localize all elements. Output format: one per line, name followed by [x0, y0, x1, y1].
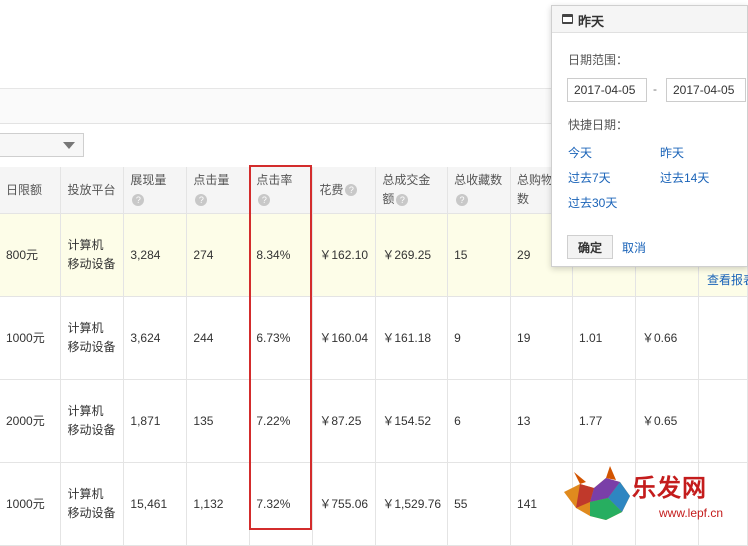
quick-date-label: 快捷日期： [568, 118, 629, 132]
cell-impressions: 15,461 [123, 462, 188, 546]
cell-cost: ￥160.04 [312, 296, 377, 380]
cell-gmv: ￥154.52 [375, 379, 449, 463]
cell-platform[interactable]: 计算机 移动设备 [60, 379, 125, 463]
cell-impressions: 1,871 [123, 379, 188, 463]
cell-c3 [698, 296, 748, 380]
cell-clicks: 274 [186, 213, 251, 297]
platform-pc[interactable]: 计算机 [67, 236, 117, 255]
cell-impressions: 3,284 [123, 213, 188, 297]
watermark-brand: 乐发网 [632, 473, 707, 502]
confirm-button[interactable]: 确定 [567, 235, 613, 259]
column-header-label: 日限额 [6, 182, 43, 197]
quick-date-30-days[interactable]: 过去30天 [568, 194, 617, 211]
cell-budget[interactable]: 2000元 [0, 379, 62, 463]
help-icon[interactable]: ? [132, 193, 145, 206]
cell-cost: ￥755.06 [312, 462, 377, 546]
table-row: 1000元 计算机 移动设备 3,624 244 6.73% ￥160.04 ￥161.18 9… [0, 296, 748, 380]
date-separator: - [653, 82, 657, 96]
quick-date-7-days[interactable]: 过去7天 [568, 169, 611, 186]
column-header-label: 点击量 [193, 173, 230, 187]
cell-budget[interactable]: 1000元 [0, 462, 62, 546]
cell-impressions: 3,624 [123, 296, 188, 380]
help-icon[interactable]: ? [396, 193, 409, 206]
end-date-input[interactable] [666, 78, 746, 102]
help-icon[interactable]: ? [456, 193, 469, 206]
cell-favorites: 6 [447, 379, 512, 463]
cell-cost: ￥87.25 [312, 379, 377, 463]
cell-clicks: 135 [186, 379, 251, 463]
cell-platform[interactable]: 计算机 移动设备 [60, 213, 125, 297]
help-icon[interactable]: ? [345, 184, 358, 197]
cell-ctr: 6.73% [249, 296, 314, 380]
platform-mobile[interactable]: 移动设备 [67, 504, 117, 523]
table-row: 2000元 计算机 移动设备 1,871 135 7.22% ￥87.25 ￥154.52 6 1… [0, 379, 748, 463]
cell-budget[interactable]: 800元 [0, 213, 62, 297]
start-date-input[interactable] [567, 78, 647, 102]
cell-gmv: ￥161.18 [375, 296, 449, 380]
cell-platform[interactable]: 计算机 移动设备 [60, 296, 125, 380]
cell-clicks: 1,132 [186, 462, 251, 546]
cell-ctr: 8.34% [249, 213, 314, 297]
quick-date-today[interactable]: 今天 [568, 144, 592, 161]
cell-carts: 13 [510, 379, 573, 463]
cell-carts: 19 [510, 296, 573, 380]
cancel-link[interactable]: 取消 [622, 239, 646, 256]
cell-budget[interactable]: 1000元 [0, 296, 62, 380]
quick-date-14-days[interactable]: 过去14天 [660, 169, 709, 186]
cell-clicks: 244 [186, 296, 251, 380]
column-header-label: 花费 [319, 182, 344, 197]
cell-platform[interactable]: 计算机 移动设备 [60, 462, 125, 546]
view-report-link[interactable]: 查看报表 [707, 271, 748, 288]
cell-c2: ￥0.66 [635, 296, 699, 380]
date-picker-title: 昨天 [578, 14, 605, 29]
platform-pc[interactable]: 计算机 [67, 485, 117, 504]
cell-favorites: 9 [447, 296, 512, 380]
column-header-label: 展现量 [130, 173, 167, 187]
calendar-icon [562, 14, 573, 24]
column-header-0[interactable]: 日限额 [0, 167, 62, 214]
date-picker-popup: 昨天 日期范围： - 快捷日期： 今天 昨天 过去7天 过去14天 过去30天 … [551, 5, 748, 267]
column-header-5[interactable]: 花费? [312, 167, 377, 214]
column-header-label: 投放平台 [67, 182, 116, 197]
cell-favorites: 15 [447, 213, 512, 297]
cell-cost: ￥162.10 [312, 213, 377, 297]
column-header-label: 点击率 [256, 173, 293, 187]
column-header-7[interactable]: 总收藏数? [447, 167, 512, 214]
filter-dropdown[interactable] [0, 133, 84, 157]
date-picker-header: 昨天 [552, 6, 747, 33]
platform-pc[interactable]: 计算机 [67, 319, 117, 338]
cell-favorites: 55 [447, 462, 512, 546]
platform-pc[interactable]: 计算机 [67, 402, 117, 421]
watermark-url: www.lepf.cn [659, 506, 724, 520]
platform-mobile[interactable]: 移动设备 [67, 338, 117, 357]
column-header-1[interactable]: 投放平台 [60, 167, 125, 214]
column-header-4[interactable]: 点击率? [249, 167, 314, 214]
platform-mobile[interactable]: 移动设备 [67, 255, 117, 274]
help-icon[interactable]: ? [195, 193, 208, 206]
cell-c1: 1.01 [572, 296, 636, 380]
column-header-6[interactable]: 总成交金额? [375, 167, 449, 214]
cell-c2: ￥0.65 [635, 379, 699, 463]
quick-date-yesterday[interactable]: 昨天 [660, 144, 684, 161]
column-header-3[interactable]: 点击量? [186, 167, 251, 214]
date-range-label: 日期范围： [568, 53, 629, 67]
cell-ctr: 7.22% [249, 379, 314, 463]
column-header-label: 总收藏数 [454, 173, 503, 187]
column-header-2[interactable]: 展现量? [123, 167, 188, 214]
chevron-down-icon [63, 142, 75, 149]
cell-gmv: ￥269.25 [375, 213, 449, 297]
help-icon[interactable]: ? [258, 193, 271, 206]
cell-ctr: 7.32% [249, 462, 314, 546]
cell-c3 [698, 379, 748, 463]
cell-gmv: ￥1,529.76 [375, 462, 449, 546]
platform-mobile[interactable]: 移动设备 [67, 421, 117, 440]
cell-c1: 1.77 [572, 379, 636, 463]
